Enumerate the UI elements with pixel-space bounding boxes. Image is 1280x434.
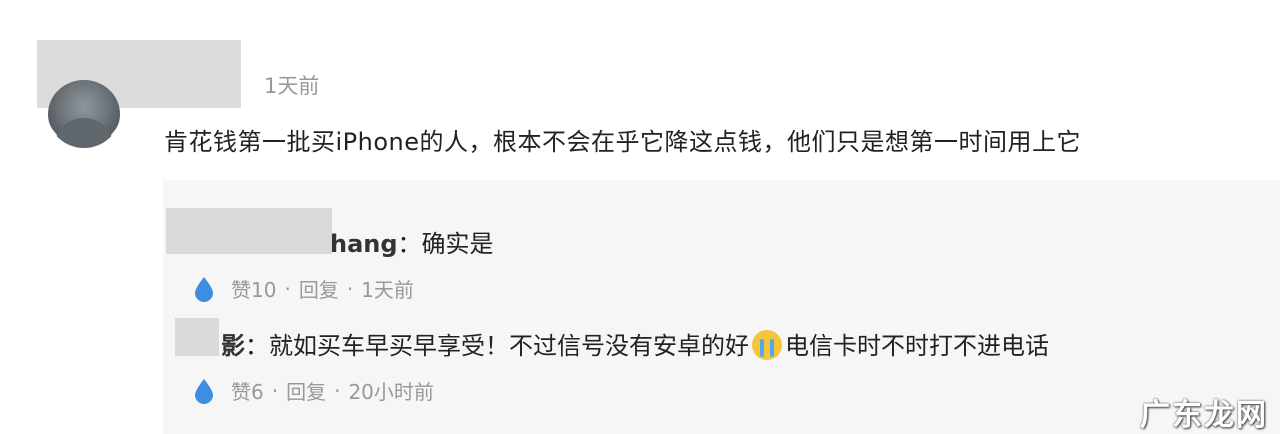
comment-text: 肯花钱第一批买iPhone的人，根本不会在乎它降这点钱，他们只是想第一时间用上它 xyxy=(164,128,1082,156)
reply-button[interactable]: 回复 xyxy=(299,274,339,303)
separator: · xyxy=(271,378,279,403)
reply-button[interactable]: 回复 xyxy=(286,376,326,405)
separator: · xyxy=(334,378,341,403)
reply-text: 确实是 xyxy=(421,230,494,258)
reply-text-part-2: 电信卡时不时打不进电话 xyxy=(785,332,1049,360)
avatar-figure xyxy=(54,118,114,148)
reply-username-redacted[interactable] xyxy=(175,318,219,356)
like-drop-icon[interactable] xyxy=(193,276,215,302)
reply-timestamp: 20小时前 xyxy=(348,380,434,404)
reply-colon: ： xyxy=(245,332,269,360)
separator: · xyxy=(346,276,354,301)
reply-timestamp: 1天前 xyxy=(361,278,414,302)
reply-username[interactable]: 影 xyxy=(221,332,245,360)
reply-username-redacted[interactable] xyxy=(166,208,332,254)
reply-colon: ： xyxy=(397,230,422,258)
reply-username[interactable]: hang xyxy=(330,230,398,258)
crying-emoji-icon xyxy=(752,330,782,360)
comment-timestamp: 1天前 xyxy=(264,74,320,98)
separator: · xyxy=(284,276,291,301)
reply-meta: 赞10 · 回复 · 1天前 xyxy=(193,274,414,303)
like-drop-icon[interactable] xyxy=(193,378,215,404)
avatar[interactable] xyxy=(48,80,120,148)
reply-1: hang：确实是 xyxy=(330,224,494,259)
watermark: 广东龙网 xyxy=(1140,398,1268,433)
reply-meta: 赞6 · 回复 · 20小时前 xyxy=(193,376,434,405)
comment-thread: 1天前 肯花钱第一批买iPhone的人，根本不会在乎它降这点钱，他们只是想第一时… xyxy=(0,0,1280,434)
like-button[interactable]: 赞6 xyxy=(231,376,264,405)
reply-2: 影：就如买车早买早享受！不过信号没有安卓的好 电信卡时不时打不进电话 xyxy=(221,326,1049,361)
like-button[interactable]: 赞10 xyxy=(231,274,276,303)
reply-text-part-1: 就如买车早买早享受！不过信号没有安卓的好 xyxy=(269,332,749,360)
